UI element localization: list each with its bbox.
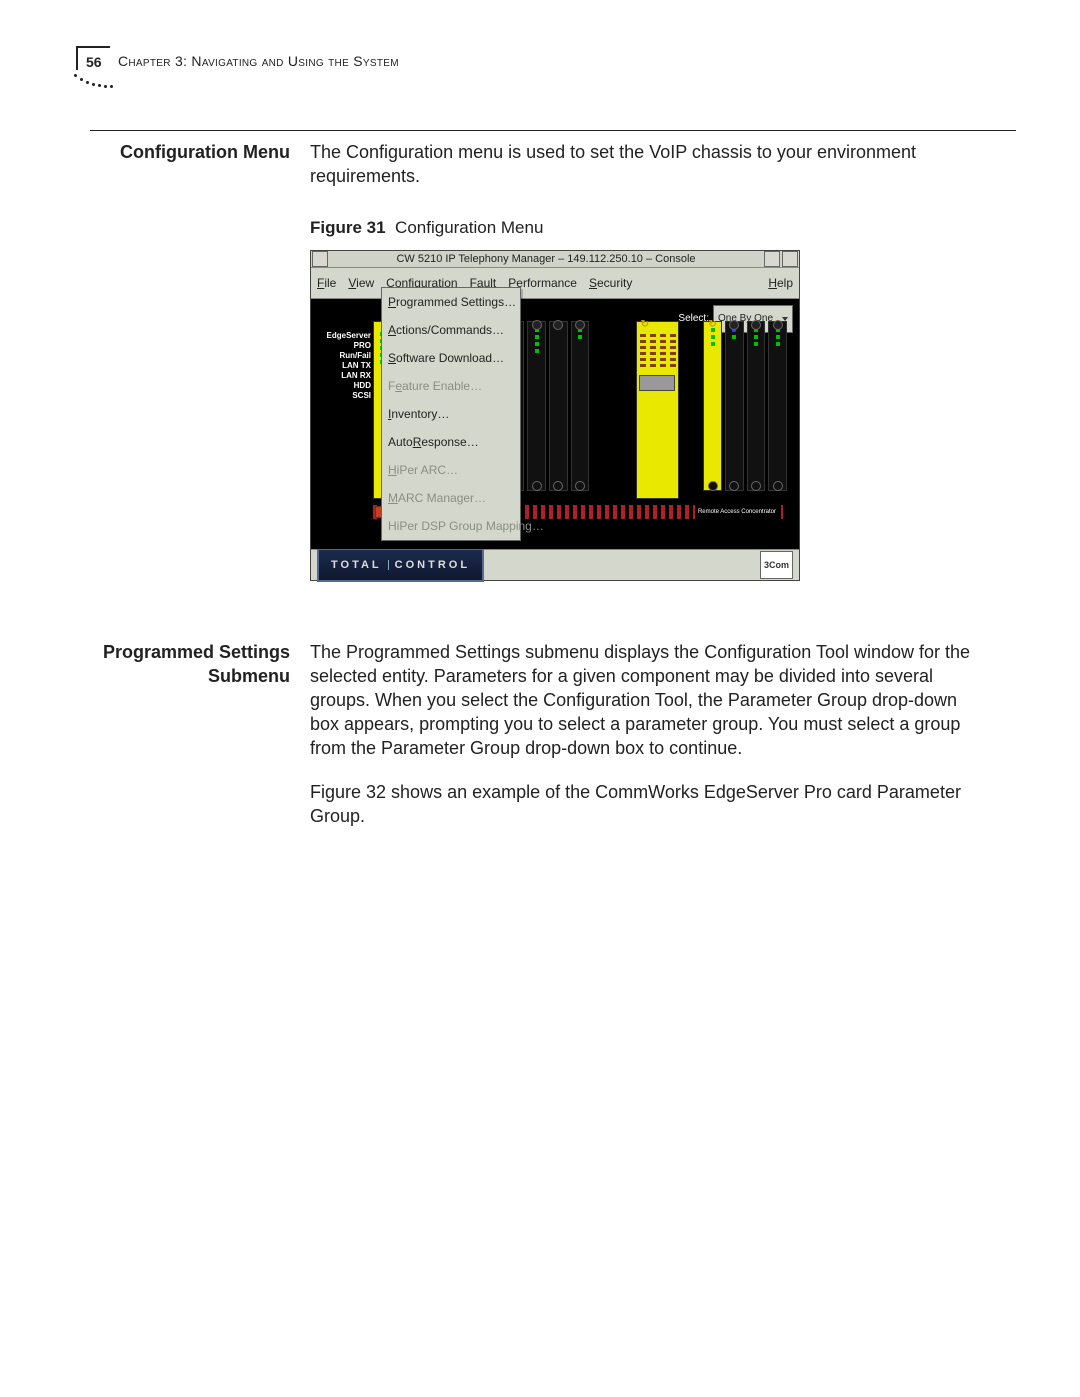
horizontal-rule xyxy=(90,130,1016,131)
menu-file[interactable]: File xyxy=(317,271,336,295)
menu-item-hiper-dsp-group-mapping: HiPer DSP Group Mapping… xyxy=(382,512,520,540)
section-heading: Programmed Settings Submenu xyxy=(90,640,290,828)
section-paragraph: The Programmed Settings submenu displays… xyxy=(310,640,990,760)
menu-item-hiper-arc: HiPer ARC… xyxy=(382,456,520,484)
menu-item-software-download[interactable]: Software Download… xyxy=(382,344,520,372)
figure-label: Figure 31 xyxy=(310,218,386,237)
arrow-icon: ↻ xyxy=(708,321,716,329)
menu-item-programmed-settings[interactable]: Programmed Settings… xyxy=(382,288,520,316)
arrow-icon: ↻ xyxy=(641,321,649,329)
card-slot-13[interactable]: ↻ xyxy=(636,321,679,499)
card-slot-17[interactable] xyxy=(725,321,744,491)
chassis-side-labels: EdgeServer PRO Run/Fail LAN TX LAN RX HD… xyxy=(315,331,371,401)
decorative-dots xyxy=(74,74,114,90)
figure-title: Configuration Menu xyxy=(395,218,543,237)
card-slot-19[interactable] xyxy=(768,321,787,491)
card-slot-18[interactable] xyxy=(747,321,766,491)
menu-item-inventory[interactable]: Inventory… xyxy=(382,400,520,428)
card-slot-10[interactable] xyxy=(571,321,590,491)
figure-screenshot: CW 5210 IP Telephony Manager – 149.112.2… xyxy=(310,250,990,581)
section-paragraph: Figure 32 shows an example of the CommWo… xyxy=(310,780,990,828)
section-heading: Configuration Menu xyxy=(90,140,290,581)
chapter-header: Chapter 3: Navigating and Using the Syst… xyxy=(118,53,399,69)
minimize-button[interactable] xyxy=(764,251,780,267)
menu-item-feature-enable: Feature Enable… xyxy=(382,372,520,400)
maximize-button[interactable] xyxy=(782,251,798,267)
menu-item-autoresponse[interactable]: AutoResponse… xyxy=(382,428,520,456)
card-slot-9[interactable] xyxy=(549,321,568,491)
menu-item-actions-commands[interactable]: Actions/Commands… xyxy=(382,316,520,344)
window-footer: TOTALCONTROL 3Com xyxy=(311,549,799,580)
page-number: 56 xyxy=(76,46,110,70)
menu-bar: File View Configuration Fault Performanc… xyxy=(311,268,799,299)
total-control-badge: TOTALCONTROL xyxy=(317,548,484,582)
window-titlebar: CW 5210 IP Telephony Manager – 149.112.2… xyxy=(311,251,799,268)
3com-logo: 3Com xyxy=(760,551,793,579)
menu-security[interactable]: Security xyxy=(589,271,632,295)
window-menu-button[interactable] xyxy=(312,251,328,267)
card-slot-16[interactable]: ↻ xyxy=(703,321,722,491)
menu-help[interactable]: Help xyxy=(768,271,793,295)
menu-view[interactable]: View xyxy=(348,271,374,295)
menu-item-marc-manager: MARC Manager… xyxy=(382,484,520,512)
card-slot-8[interactable] xyxy=(527,321,546,491)
configuration-dropdown: Programmed Settings… Actions/Commands… S… xyxy=(381,287,521,541)
section-paragraph: The Configuration menu is used to set th… xyxy=(310,140,990,188)
figure-caption: Figure 31 Configuration Menu xyxy=(310,216,990,240)
chassis-footer-sublabel: Remote Access Concentrator xyxy=(695,500,779,524)
console-window: CW 5210 IP Telephony Manager – 149.112.2… xyxy=(310,250,800,581)
